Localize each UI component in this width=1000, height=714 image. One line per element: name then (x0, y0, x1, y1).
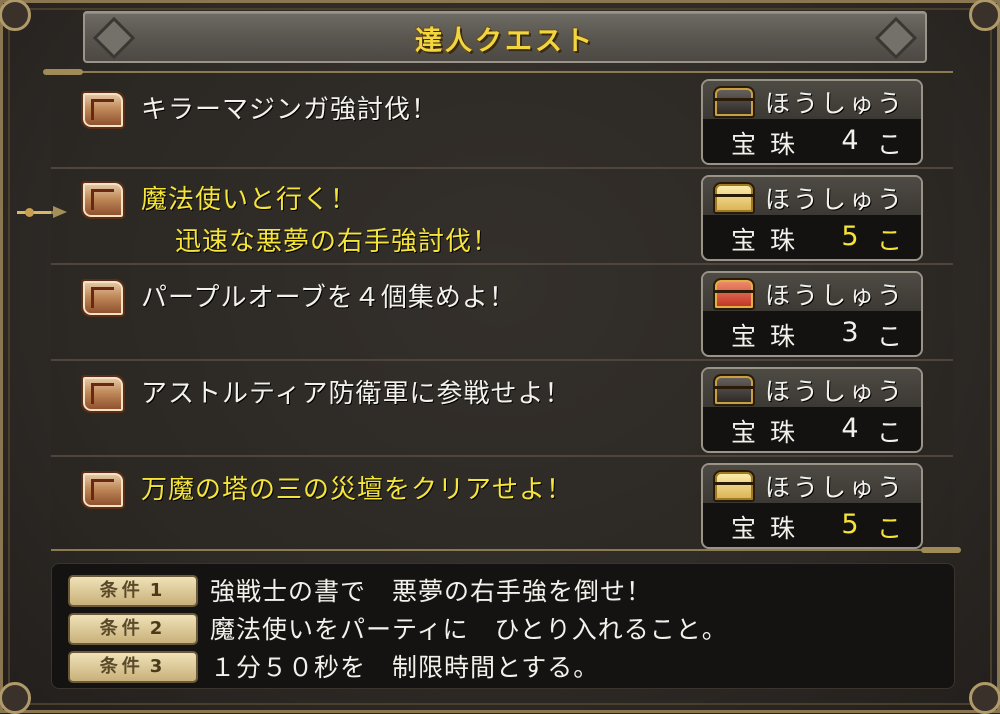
black-chest-icon (713, 86, 755, 118)
reward-label: ほうしゅう (765, 473, 906, 502)
reward-unit: こ (877, 418, 903, 447)
reward-count: 4 (841, 413, 859, 444)
quest-row[interactable]: パープルオーブを４個集めよ！ ほうしゅう 宝珠 3 こ (51, 265, 953, 361)
reward-body: 宝珠 5 こ (703, 505, 921, 547)
quest-title: パープルオーブを４個集めよ！ (141, 283, 516, 313)
condition-tag: 条件 2 (68, 613, 198, 645)
quest-scroll-icon (81, 471, 125, 509)
quest-title: キラーマジンガ強討伐！ (141, 95, 439, 125)
reward-item: 宝珠 (731, 130, 810, 159)
reward-body: 宝珠 4 こ (703, 409, 921, 451)
reward-label: ほうしゅう (765, 377, 906, 406)
reward-header: ほうしゅう (703, 81, 921, 119)
quest-row[interactable]: 万魔の塔の三の災壇をクリアせよ！ ほうしゅう 宝珠 5 こ (51, 457, 953, 551)
quest-scroll-icon (81, 279, 125, 317)
quest-scroll-icon (81, 375, 125, 413)
quest-list: キラーマジンガ強討伐！ ほうしゅう 宝珠 4 こ 魔法使いと行く！ 迅速な悪夢の… (43, 69, 961, 553)
reward-label: ほうしゅう (765, 89, 906, 118)
conditions-panel: 条件 1 強戦士の書で 悪夢の右手強を倒せ！ 条件 2 魔法使いをパーティに ひとり… (51, 563, 955, 689)
quest-scroll-icon (81, 181, 125, 219)
quest-title: 万魔の塔の三の災壇をクリアせよ！ (141, 475, 574, 505)
condition-row: 条件 3 １分５０秒を 制限時間とする。 (52, 646, 954, 683)
frame-corner-ornament (969, 0, 1000, 31)
condition-row: 条件 2 魔法使いをパーティに ひとり入れること。 (52, 608, 954, 645)
gold-chest-icon (713, 182, 755, 214)
quest-row[interactable]: アストルティア防衛軍に参戦せよ！ ほうしゅう 宝珠 4 こ (51, 361, 953, 457)
reward-unit: こ (877, 322, 903, 351)
quest-scroll-icon (81, 91, 125, 129)
black-chest-icon (713, 374, 755, 406)
reward-count: 3 (841, 317, 859, 348)
frame-corner-ornament (0, 682, 31, 714)
reward-unit: こ (877, 130, 903, 159)
quest-row-selected[interactable]: 魔法使いと行く！ 迅速な悪夢の右手強討伐！ ほうしゅう 宝珠 5 こ (51, 169, 953, 265)
reward-count: 4 (841, 125, 859, 156)
reward-body: 宝珠 4 こ (703, 121, 921, 163)
reward-header: ほうしゅう (703, 273, 921, 311)
reward-header: ほうしゅう (703, 369, 921, 407)
title-bar: 達人クエスト (83, 11, 927, 63)
condition-text: 魔法使いをパーティに ひとり入れること。 (210, 615, 728, 644)
reward-header: ほうしゅう (703, 177, 921, 215)
reward-count: 5 (841, 509, 859, 540)
frame-corner-ornament (969, 682, 1000, 714)
window-title: 達人クエスト (415, 26, 595, 57)
reward-header: ほうしゅう (703, 465, 921, 503)
condition-tag: 条件 1 (68, 575, 198, 607)
condition-text: １分５０秒を 制限時間とする。 (210, 653, 600, 682)
condition-text: 強戦士の書で 悪夢の右手強を倒せ！ (210, 577, 653, 606)
reward-label: ほうしゅう (765, 185, 906, 214)
reward-body: 宝珠 3 こ (703, 313, 921, 355)
gold-chest-icon (713, 470, 755, 502)
reward-box: ほうしゅう 宝珠 5 こ (701, 175, 923, 261)
quest-title: 魔法使いと行く！ (141, 185, 358, 215)
reward-box: ほうしゅう 宝珠 4 こ (701, 79, 923, 165)
condition-tag: 条件 3 (68, 651, 198, 683)
reward-body: 宝珠 5 こ (703, 217, 921, 259)
reward-unit: こ (877, 226, 903, 255)
reward-unit: こ (877, 514, 903, 543)
quest-title: アストルティア防衛軍に参戦せよ！ (141, 379, 572, 409)
reward-box: ほうしゅう 宝珠 5 こ (701, 463, 923, 549)
condition-row: 条件 1 強戦士の書で 悪夢の右手強を倒せ！ (52, 570, 954, 607)
reward-box: ほうしゅう 宝珠 4 こ (701, 367, 923, 453)
reward-item: 宝珠 (731, 226, 810, 255)
frame-corner-ornament (0, 0, 31, 31)
quest-row[interactable]: キラーマジンガ強討伐！ ほうしゅう 宝珠 4 こ (51, 73, 953, 169)
reward-box: ほうしゅう 宝珠 3 こ (701, 271, 923, 357)
reward-label: ほうしゅう (765, 281, 906, 310)
red-chest-icon (713, 278, 755, 310)
quest-title-line-2: 迅速な悪夢の右手強討伐！ (175, 227, 500, 257)
reward-item: 宝珠 (731, 514, 810, 543)
reward-item: 宝珠 (731, 322, 810, 351)
reward-count: 5 (841, 221, 859, 252)
reward-item: 宝珠 (731, 418, 810, 447)
quest-window: 達人クエスト キラーマジンガ強討伐！ ほうしゅう 宝珠 4 こ 魔法使いと行く！… (0, 0, 1000, 714)
